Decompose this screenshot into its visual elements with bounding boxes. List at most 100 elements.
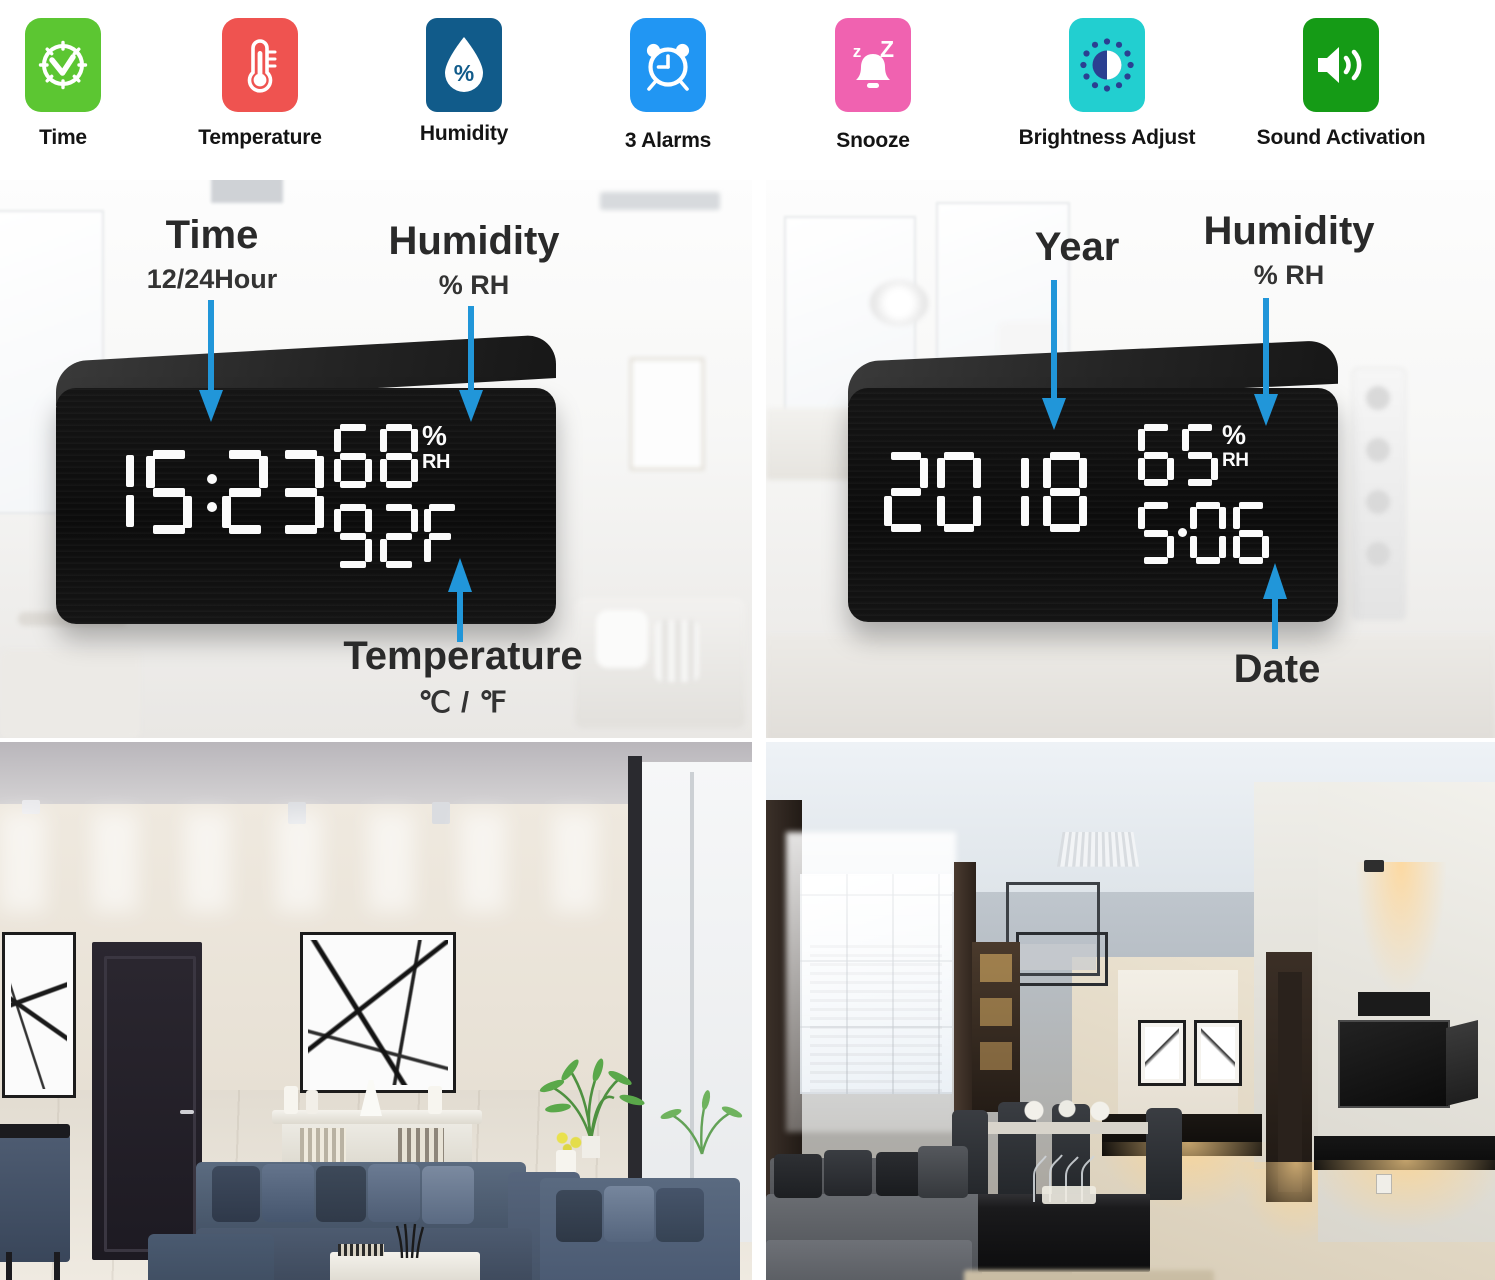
feature-humidity: % Humidity: [392, 0, 536, 180]
annotation-title: Time: [165, 213, 259, 257]
armchair-leg: [6, 1252, 12, 1280]
feature-label: Time: [39, 126, 87, 149]
panel-living-room-modern: [766, 742, 1495, 1280]
cushion: [422, 1166, 474, 1224]
led-digit: [278, 450, 324, 534]
feature-label: Snooze: [836, 129, 910, 152]
wall-niche: [1358, 992, 1430, 1016]
annotation-date: Date: [1194, 648, 1360, 690]
cushion: [824, 1150, 872, 1196]
framed-art: [1138, 1020, 1186, 1086]
armchair: [0, 1134, 70, 1262]
ceiling-track: [600, 192, 720, 210]
led-digit: [334, 424, 372, 488]
led-digit: [1138, 502, 1174, 564]
water-drop-percent-icon: %: [426, 18, 502, 112]
annotation-subtitle: 12/24Hour: [146, 264, 278, 294]
svg-text:z: z: [853, 42, 862, 61]
arrow-down-humidity: [459, 306, 483, 422]
wall-outlet: [1376, 1174, 1392, 1194]
shelf-glow: [980, 1042, 1012, 1070]
wall-uplight: [1356, 862, 1446, 992]
cushion: [556, 1190, 602, 1242]
feature-label: Brightness Adjust: [1018, 126, 1196, 149]
console-glow: [1306, 1160, 1495, 1230]
led-digit: [102, 450, 134, 534]
wall-art: [630, 358, 704, 470]
led-date: [1138, 502, 1269, 564]
led-temperature: [334, 504, 460, 568]
percent-unit: %: [422, 420, 447, 451]
annotation-time: Time 12/24Hour: [92, 214, 332, 295]
tv-side-panel: [1446, 1020, 1478, 1106]
table-decor: [390, 1218, 430, 1259]
led-digit: [380, 504, 418, 568]
clock-icon: [25, 18, 101, 112]
feature-label: Humidity: [419, 122, 509, 145]
annotation-title: Temperature: [343, 634, 583, 678]
striped-pillow-blur: [655, 620, 699, 682]
led-date-separator: [1176, 502, 1190, 564]
feature-icon-bar: Time Temperature % Humidity 3 Alarms z Z…: [0, 0, 1495, 180]
arrow-up-date: [1263, 563, 1287, 649]
led-digit: [1138, 424, 1174, 486]
photo-grid: % RH Time 12/24Hour Humidity % RH Temper…: [0, 180, 1495, 1280]
led-digit: [1190, 502, 1226, 564]
panel-clock-time-temp: % RH Time 12/24Hour Humidity % RH Temper…: [0, 180, 752, 738]
panel-clock-year-date: % RH Year Humidity % RH Date: [766, 180, 1495, 738]
cushion: [262, 1164, 314, 1222]
dining-chair: [1146, 1108, 1182, 1200]
ceiling-light-fixture: [1056, 831, 1140, 867]
snooze-bell-icon: z Z: [835, 18, 911, 112]
coffee-table: [978, 1204, 1150, 1272]
chess-set: [338, 1244, 384, 1256]
arrow-down-time: [199, 300, 223, 422]
ceiling-light: [210, 180, 284, 204]
wall-art-left: [2, 932, 76, 1098]
feature-label: Sound Activation: [1256, 126, 1426, 149]
cushion: [656, 1188, 704, 1242]
cushion: [212, 1166, 260, 1222]
speaker-driver: [1366, 386, 1390, 410]
vase: [306, 1090, 318, 1114]
led-digit: [937, 452, 981, 532]
cushion: [918, 1146, 968, 1198]
speaker-driver: [1366, 438, 1390, 462]
vase: [284, 1086, 298, 1114]
rh-unit: RH: [422, 451, 450, 473]
cushion: [774, 1154, 822, 1198]
door-handle: [180, 1110, 194, 1114]
art-pattern: [308, 940, 448, 1085]
armchair-leg: [54, 1252, 60, 1280]
feature-label: 3 Alarms: [624, 129, 712, 152]
led-digit: [884, 452, 928, 532]
annotation-subtitle: ℃ / ℉: [418, 687, 508, 719]
alarm-clock-icon: [630, 18, 706, 112]
led-digit: [1233, 502, 1269, 564]
art-pattern: [11, 941, 67, 1089]
led-humidity: % RH: [334, 420, 462, 488]
pendant-lamp: [870, 280, 928, 326]
brightness-half-circle-icon: [1069, 18, 1145, 112]
led-digit: [1003, 452, 1029, 532]
annotation-title: Year: [1034, 225, 1120, 269]
led-digit: [1182, 424, 1218, 486]
annotation-humidity: Humidity % RH: [1162, 210, 1416, 291]
percent-unit: %: [1222, 420, 1247, 450]
vase: [428, 1086, 442, 1114]
annotation-title: Date: [1233, 647, 1321, 691]
arrow-down-year: [1042, 280, 1066, 430]
tableware: [1012, 1090, 1122, 1124]
product-infographic: Time Temperature % Humidity 3 Alarms z Z…: [0, 0, 1495, 1280]
feature-sound: Sound Activation: [1228, 0, 1454, 180]
shelf-glow: [980, 954, 1012, 982]
annotation-subtitle: % RH: [438, 270, 510, 300]
television: [1338, 1020, 1450, 1108]
door-panel: [1278, 972, 1302, 1192]
rh-unit: RH: [1222, 450, 1249, 471]
led-colon: [202, 450, 222, 534]
led-time: [102, 450, 324, 534]
feature-time: Time: [0, 0, 126, 180]
spotlight: [1364, 860, 1384, 872]
table-tray: [1042, 1186, 1096, 1204]
